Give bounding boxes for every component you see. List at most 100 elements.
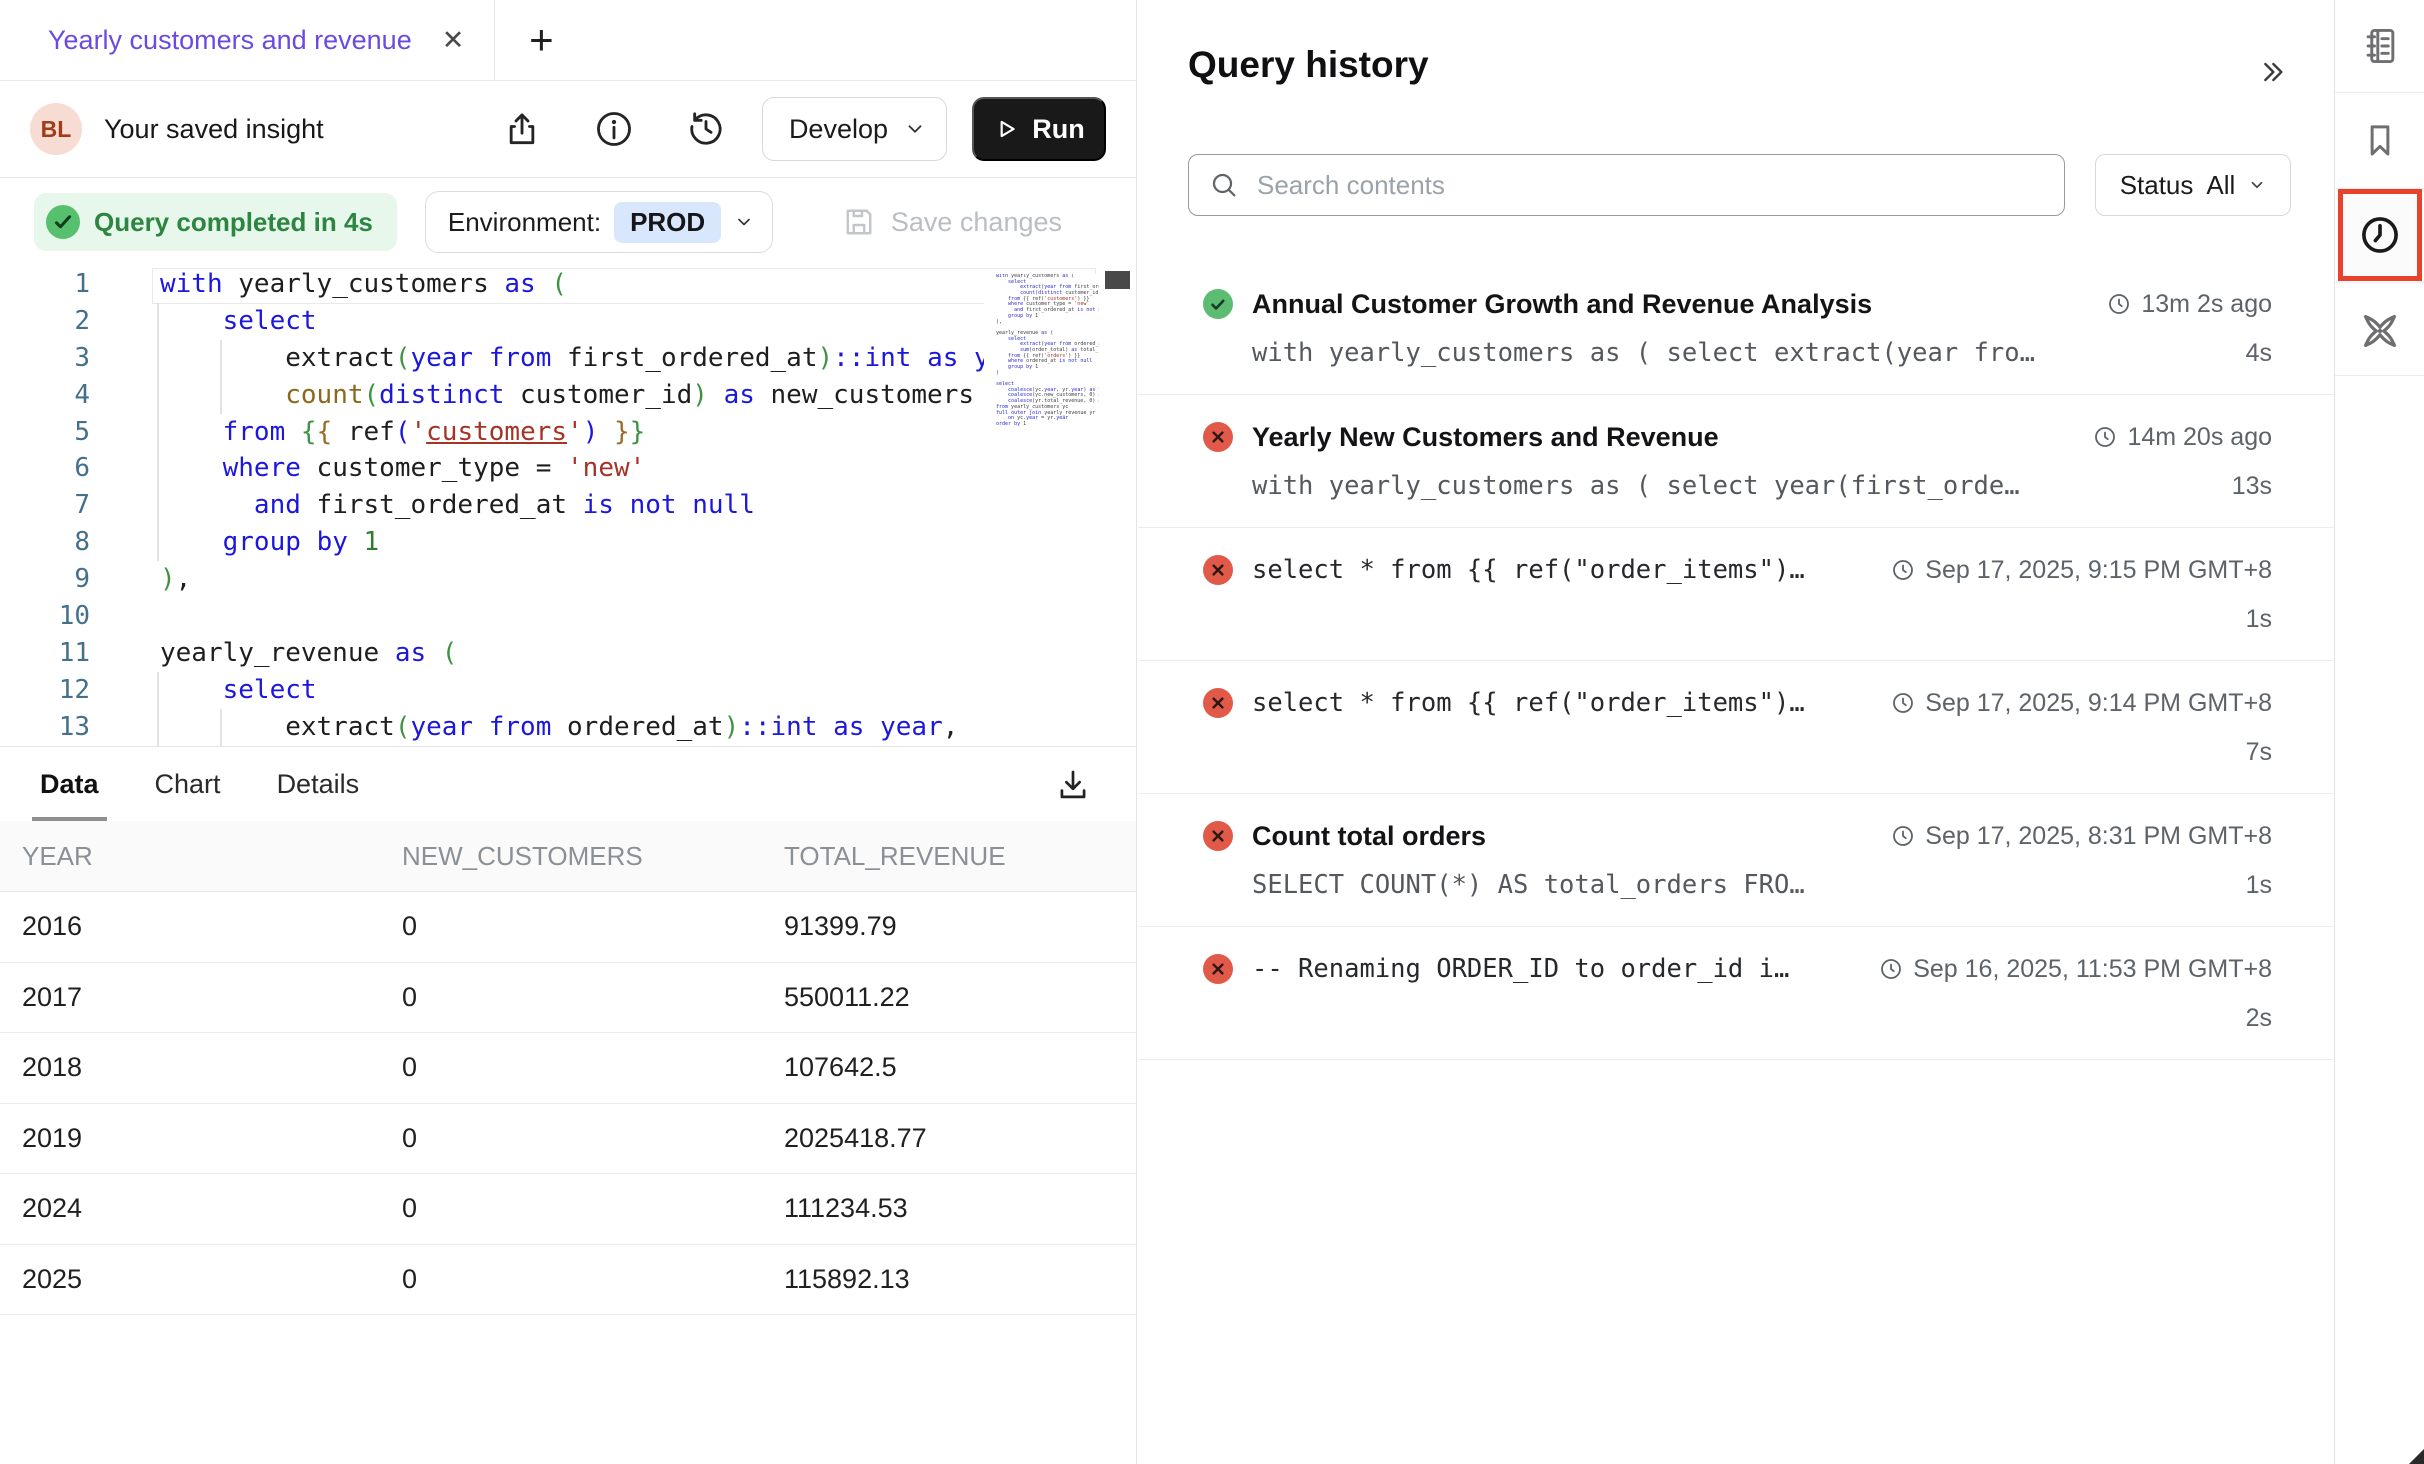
history-item-time: 14m 20s ago <box>2093 423 2272 452</box>
table-cell: 115892.13 <box>762 1264 1136 1295</box>
line-number: 7 <box>0 487 90 524</box>
sql-editor[interactable]: 1with yearly_customers as (2 select3 ext… <box>0 266 1136 746</box>
info-icon[interactable] <box>594 109 634 149</box>
line-number: 5 <box>0 414 90 451</box>
collapse-panel-icon[interactable] <box>2256 56 2288 88</box>
clock-icon <box>1891 558 1915 582</box>
indent-guide <box>157 303 159 561</box>
code-line: 7 and first_ordered_at is not null <box>0 487 1136 524</box>
line-number: 4 <box>0 377 90 414</box>
download-results-icon[interactable] <box>1054 766 1092 804</box>
history-item-title: select * from {{ ref("order_items")… <box>1252 555 1871 585</box>
code-line: 13 extract(year from ordered_at)::int as… <box>0 709 1136 746</box>
line-number: 1 <box>0 266 90 303</box>
code-line: 2 select <box>0 303 1136 340</box>
editor-minimap[interactable]: with yearly_customers as ( select extrac… <box>984 274 1099 740</box>
results-table-header: YEAR NEW_CUSTOMERS TOTAL_REVENUE <box>0 821 1136 892</box>
document-header: BL Your saved insight Develop R <box>0 81 1136 178</box>
indent-guide <box>157 672 159 746</box>
history-item-duration: 2s <box>2246 1004 2272 1033</box>
history-item-title: -- Renaming ORDER_ID to order_id i… <box>1252 954 1859 984</box>
history-item-title: Annual Customer Growth and Revenue Analy… <box>1252 289 2087 320</box>
environment-selector[interactable]: Environment: PROD <box>425 191 773 253</box>
save-icon <box>841 204 877 240</box>
history-clock-icon <box>2357 212 2403 258</box>
error-status-icon <box>1203 821 1233 851</box>
history-item-preview: with yearly_customers as ( select year(f… <box>1252 471 2212 501</box>
results-tab-bar: Data Chart Details <box>0 746 1136 821</box>
version-history-icon[interactable] <box>686 109 726 149</box>
line-number: 12 <box>0 672 90 709</box>
history-item-duration: 13s <box>2232 472 2272 501</box>
share-icon[interactable] <box>502 109 542 149</box>
line-number: 3 <box>0 340 90 377</box>
run-label: Run <box>1032 114 1084 145</box>
editor-scrollbar-thumb[interactable] <box>1105 271 1130 289</box>
develop-button[interactable]: Develop <box>762 97 947 161</box>
history-item[interactable]: select * from {{ ref("order_items")… Sep … <box>1138 661 2334 794</box>
history-item[interactable]: Yearly New Customers and Revenue 14m 20s … <box>1138 395 2334 528</box>
chevron-down-icon <box>904 118 926 140</box>
table-body: 2016091399.7920170550011.2220180107642.5… <box>0 892 1136 1315</box>
code-line: 9), <box>0 561 1136 598</box>
error-status-icon <box>1203 688 1233 718</box>
history-item-title: Yearly New Customers and Revenue <box>1252 422 2073 453</box>
status-filter-dropdown[interactable]: Status All <box>2095 154 2291 216</box>
history-item-duration: 1s <box>2246 871 2272 900</box>
save-changes-button[interactable]: Save changes <box>841 204 1062 240</box>
history-item[interactable]: Annual Customer Growth and Revenue Analy… <box>1138 262 2334 395</box>
history-item-title: select * from {{ ref("order_items")… <box>1252 688 1871 718</box>
play-icon <box>993 116 1019 142</box>
tab-chart[interactable]: Chart <box>155 747 221 821</box>
status-filter-value: All <box>2206 170 2235 201</box>
table-row: 20170550011.22 <box>0 963 1136 1034</box>
close-tab-icon[interactable]: ✕ <box>442 25 465 56</box>
run-button[interactable]: Run <box>972 97 1106 161</box>
code-line: 4 count(distinct customer_id) as new_cus… <box>0 377 1136 414</box>
search-icon <box>1209 170 1239 200</box>
error-status-icon <box>1203 555 1233 585</box>
new-tab-button[interactable]: + <box>495 0 587 80</box>
current-line-highlight <box>152 268 1096 304</box>
history-item[interactable]: -- Renaming ORDER_ID to order_id i…Sep 1… <box>1138 927 2334 1060</box>
query-history-active-tool[interactable] <box>2338 189 2422 281</box>
tab-data[interactable]: Data <box>40 747 99 821</box>
tab-details[interactable]: Details <box>277 747 360 821</box>
panel-title: Query history <box>1188 44 1429 86</box>
tab-yearly-customers-and-revenue[interactable]: Yearly customers and revenue ✕ <box>0 0 495 80</box>
search-input[interactable] <box>1255 169 2044 202</box>
table-cell: 0 <box>380 982 762 1013</box>
line-number: 11 <box>0 635 90 672</box>
error-status-icon <box>1203 954 1233 984</box>
column-header-year: YEAR <box>0 841 380 872</box>
table-cell: 2025 <box>0 1264 380 1295</box>
code-line: 12 select <box>0 672 1136 709</box>
history-item[interactable]: Count total ordersSep 17, 2025, 8:31 PM … <box>1138 794 2334 927</box>
bookmark-icon[interactable] <box>2359 119 2401 161</box>
table-cell: 0 <box>380 1123 762 1154</box>
divider <box>2335 92 2424 93</box>
lineage-star-icon[interactable] <box>2357 308 2403 354</box>
query-status-text: Query completed in 4s <box>94 207 373 238</box>
clock-icon <box>2093 425 2117 449</box>
table-cell: 2018 <box>0 1052 380 1083</box>
table-row: 20180107642.5 <box>0 1033 1136 1104</box>
code-lines: 1with yearly_customers as (2 select3 ext… <box>0 266 1136 746</box>
notebook-icon[interactable] <box>2358 24 2402 68</box>
history-item[interactable]: select * from {{ ref("order_items")…Sep … <box>1138 528 2334 661</box>
search-field[interactable] <box>1188 154 2065 216</box>
tab-title: Yearly customers and revenue <box>48 25 412 56</box>
history-item-time: Sep 17, 2025, 8:31 PM GMT+8 <box>1891 822 2272 851</box>
column-header-new-customers: NEW_CUSTOMERS <box>380 841 762 872</box>
line-number: 13 <box>0 709 90 746</box>
table-cell: 2016 <box>0 911 380 942</box>
code-line: 6 where customer_type = 'new' <box>0 450 1136 487</box>
divider <box>2335 282 2424 283</box>
line-number: 9 <box>0 561 90 598</box>
indent-guide <box>220 709 222 746</box>
status-bar: Query completed in 4s Environment: PROD … <box>0 178 1136 266</box>
table-cell: 107642.5 <box>762 1052 1136 1083</box>
table-cell: 0 <box>380 911 762 942</box>
resize-corner <box>2409 1449 2424 1464</box>
history-item-time: Sep 17, 2025, 9:14 PM GMT+8 <box>1891 689 2272 718</box>
